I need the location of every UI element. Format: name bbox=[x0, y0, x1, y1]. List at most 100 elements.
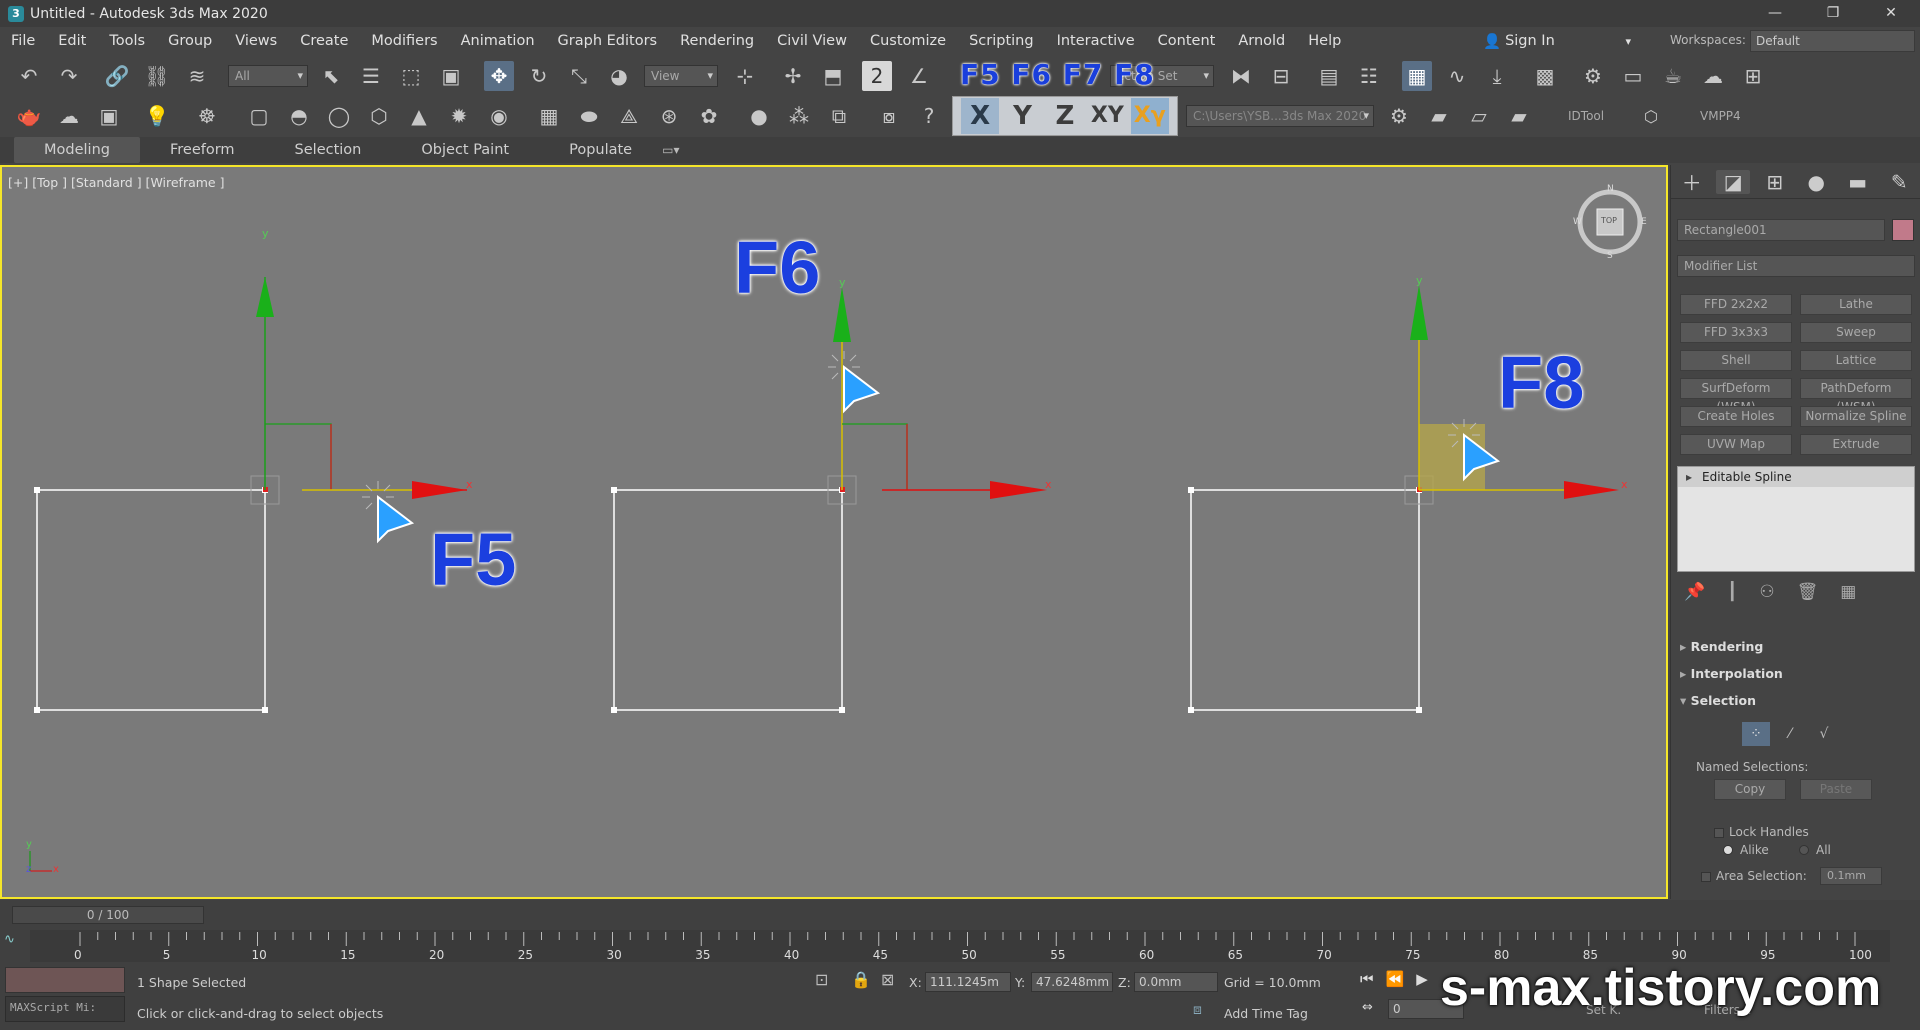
tab-freeform[interactable]: Freeform bbox=[140, 137, 265, 163]
teapot-icon[interactable]: 🫖 bbox=[14, 101, 44, 131]
alike-radio[interactable] bbox=[1723, 845, 1733, 855]
area-selection-checkbox[interactable] bbox=[1701, 872, 1711, 882]
rotate-icon[interactable]: ↻ bbox=[524, 61, 554, 91]
cone-icon[interactable]: ▲ bbox=[404, 101, 434, 131]
minimize-button[interactable]: — bbox=[1746, 0, 1804, 27]
stack-item-editable-spline[interactable]: Editable Spline bbox=[1678, 467, 1914, 487]
render-icon[interactable]: ⧉ bbox=[824, 101, 854, 131]
bind-space-warp-icon[interactable]: ≋ bbox=[182, 61, 212, 91]
ffd-3x3x3-button[interactable]: FFD 3x3x3 bbox=[1680, 322, 1792, 343]
copy-button[interactable]: Copy bbox=[1714, 779, 1786, 800]
display-tab-icon[interactable]: ▬ bbox=[1841, 170, 1875, 194]
material-editor-icon[interactable]: ▩ bbox=[1530, 61, 1560, 91]
material-sphere-icon[interactable]: ◉ bbox=[484, 101, 514, 131]
lock-handles-checkbox[interactable] bbox=[1714, 828, 1724, 838]
hedra-icon[interactable]: ⬡ bbox=[364, 101, 394, 131]
toggle-ribbon-icon[interactable]: ▦ bbox=[1402, 61, 1432, 91]
curve-editor-icon[interactable]: ∿ bbox=[1442, 61, 1472, 91]
maxscript-mini-listener[interactable]: MAXScript Mi: bbox=[5, 996, 125, 1022]
make-unique-icon[interactable]: ⚇ bbox=[1759, 582, 1774, 602]
configure-modifier-sets-icon[interactable]: ▦ bbox=[1840, 582, 1856, 602]
modifier-list-dropdown[interactable]: Modifier List bbox=[1677, 255, 1915, 277]
shell-button[interactable]: Shell bbox=[1680, 350, 1792, 371]
z-coord-field[interactable]: 0.0mm bbox=[1134, 972, 1218, 992]
interpolation-rollout[interactable]: Interpolation bbox=[1680, 666, 1783, 681]
axis-z-button[interactable]: Z bbox=[1046, 98, 1084, 134]
show-end-result-icon[interactable]: ┃ bbox=[1727, 582, 1737, 602]
hexagon-icon[interactable]: ⬡ bbox=[1636, 101, 1666, 131]
layer-explorer-icon[interactable]: ☷ bbox=[1354, 61, 1384, 91]
lathe-button[interactable]: Lathe bbox=[1800, 294, 1912, 315]
all-radio[interactable] bbox=[1799, 845, 1809, 855]
extrude-button[interactable]: Extrude bbox=[1800, 434, 1912, 455]
unlink-icon[interactable]: ⛓ bbox=[142, 61, 172, 91]
menu-help[interactable]: Help bbox=[1297, 33, 1353, 49]
axis-y-button[interactable]: Y bbox=[1004, 98, 1042, 134]
image-icon[interactable]: ▣ bbox=[94, 101, 124, 131]
create-holes-button[interactable]: Create Holes bbox=[1680, 406, 1792, 427]
menu-interactive[interactable]: Interactive bbox=[1046, 33, 1147, 49]
sphere-icon[interactable]: ◓ bbox=[284, 101, 314, 131]
remove-modifier-icon[interactable]: 🗑 bbox=[1797, 582, 1819, 602]
menu-scripting[interactable]: Scripting bbox=[958, 33, 1045, 49]
object-color-swatch[interactable] bbox=[1892, 219, 1914, 241]
workspaces-dropdown[interactable]: Default bbox=[1750, 30, 1915, 52]
rectangular-selection-icon[interactable]: ⬚ bbox=[396, 61, 426, 91]
compact-icon[interactable]: ⧇ bbox=[874, 101, 904, 131]
viewport-top[interactable]: [+] [Top ] [Standard ] [Wireframe ] y x … bbox=[0, 165, 1668, 899]
menu-content[interactable]: Content bbox=[1147, 33, 1228, 49]
project-folder-icon[interactable]: ⚙ bbox=[1384, 101, 1414, 131]
help-circle-icon[interactable]: ? bbox=[914, 101, 944, 131]
menu-create[interactable]: Create bbox=[289, 33, 360, 49]
sun-icon[interactable]: ✹ bbox=[444, 101, 474, 131]
menu-group[interactable]: Group bbox=[157, 33, 224, 49]
ffd-2x2x2-button[interactable]: FFD 2x2x2 bbox=[1680, 294, 1792, 315]
menu-edit[interactable]: Edit bbox=[47, 33, 98, 49]
project-path-dropdown[interactable]: C:\Users\YSB...3ds Max 2020 bbox=[1186, 105, 1374, 127]
redo-icon[interactable]: ↷ bbox=[54, 61, 84, 91]
axis-x-button[interactable]: X bbox=[961, 98, 1000, 134]
add-time-tag[interactable]: Add Time Tag bbox=[1224, 1006, 1308, 1021]
select-object-icon[interactable]: ⬉ bbox=[316, 61, 346, 91]
tab-modeling[interactable]: Modeling bbox=[14, 137, 140, 163]
ribbon-options-icon[interactable]: ▭▾ bbox=[662, 143, 679, 157]
render-in-cloud-icon[interactable]: ⊞ bbox=[1738, 61, 1768, 91]
go-to-start-icon[interactable]: ⏮ bbox=[1360, 970, 1374, 988]
select-manipulate-icon[interactable]: ✢ bbox=[778, 61, 808, 91]
reference-coordinate-dropdown[interactable]: View bbox=[644, 65, 718, 87]
lattice-button[interactable]: Lattice bbox=[1800, 350, 1912, 371]
rendering-rollout[interactable]: Rendering bbox=[1680, 639, 1764, 654]
place-icon[interactable]: ◕ bbox=[604, 61, 634, 91]
y-coord-field[interactable]: 47.6248mm bbox=[1031, 972, 1113, 992]
segment-mode-icon[interactable]: ⁄ bbox=[1776, 722, 1804, 746]
area-selection-spinner[interactable]: 0.1mm bbox=[1820, 867, 1882, 885]
viewcube-south[interactable]: S bbox=[1607, 251, 1613, 261]
capsule-icon[interactable]: ⬬ bbox=[574, 101, 604, 131]
object-name-field[interactable]: Rectangle001 bbox=[1677, 219, 1885, 241]
cloud-icon[interactable]: ☁ bbox=[54, 101, 84, 131]
spline-mode-icon[interactable]: √ bbox=[1810, 722, 1838, 746]
plant-icon[interactable]: ✿ bbox=[694, 101, 724, 131]
sweep-button[interactable]: Sweep bbox=[1800, 322, 1912, 343]
pathdeform-button[interactable]: PathDeform (WSM) bbox=[1800, 378, 1912, 414]
torus-icon[interactable]: ◯ bbox=[324, 101, 354, 131]
ball-icon[interactable]: ● bbox=[744, 101, 774, 131]
render-production-icon[interactable]: ☕ bbox=[1658, 61, 1688, 91]
biped-icon[interactable]: ☸ bbox=[192, 101, 222, 131]
selection-filter-dropdown[interactable]: All bbox=[228, 65, 308, 87]
undo-icon[interactable]: ↶ bbox=[14, 61, 44, 91]
isolate-selection-icon[interactable]: ⊡ bbox=[815, 970, 828, 989]
menu-arnold[interactable]: Arnold bbox=[1227, 33, 1297, 49]
spheres-icon[interactable]: ⁂ bbox=[784, 101, 814, 131]
menu-civil-view[interactable]: Civil View bbox=[766, 33, 859, 49]
key-mode-icon[interactable]: ⇔ bbox=[1362, 1000, 1373, 1015]
normalize-spline-button[interactable]: Normalize Spline bbox=[1800, 406, 1912, 427]
open-folder-icon[interactable]: ▰ bbox=[1424, 101, 1454, 131]
viewcube-north[interactable]: N bbox=[1607, 184, 1614, 194]
menu-tools[interactable]: Tools bbox=[98, 33, 157, 49]
menu-graph-editors[interactable]: Graph Editors bbox=[547, 33, 670, 49]
box-icon[interactable]: ▢ bbox=[244, 101, 274, 131]
align-icon[interactable]: ⊟ bbox=[1266, 61, 1296, 91]
time-tag-icon[interactable]: ⧈ bbox=[1193, 1002, 1202, 1018]
move-icon[interactable]: ✥ bbox=[484, 61, 514, 91]
